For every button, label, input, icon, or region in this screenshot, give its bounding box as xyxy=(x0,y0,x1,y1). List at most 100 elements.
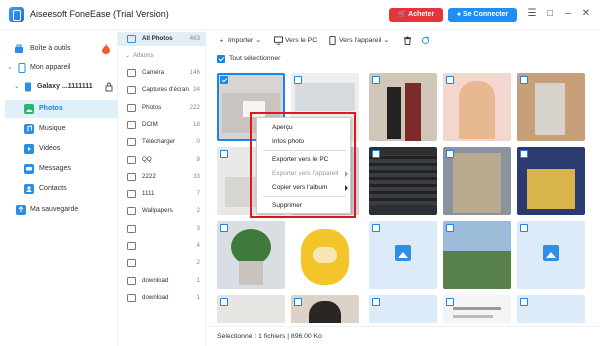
toolbox-icon xyxy=(15,44,23,53)
sidebar-item-videos[interactable]: Vidéos xyxy=(0,140,118,158)
photo-thumbnail[interactable] xyxy=(517,73,585,141)
select-all-label: Tout sélectionner xyxy=(229,55,281,62)
sidebar-item-label: Photos xyxy=(39,105,63,112)
minimize-icon[interactable]: – xyxy=(562,8,574,20)
album-item[interactable]: DCIM 18 xyxy=(118,118,206,132)
sidebar-item-photos[interactable]: Photos xyxy=(5,100,118,118)
photo-checkbox[interactable] xyxy=(372,76,380,84)
sidebar-item-my-backup[interactable]: Ma sauvegarde xyxy=(0,201,118,219)
sidebar-item-toolbox[interactable]: Boîte à outils xyxy=(0,40,118,58)
photo-thumbnail[interactable] xyxy=(217,221,285,289)
photo-thumbnail[interactable] xyxy=(443,221,511,289)
photo-thumbnail[interactable] xyxy=(369,221,437,289)
album-item[interactable]: 2 xyxy=(118,256,206,270)
menu-icon[interactable]: ☰ xyxy=(526,8,538,20)
album-name: QQ xyxy=(142,155,152,163)
album-name: Caméra xyxy=(142,69,165,76)
trash-icon xyxy=(403,36,412,45)
export-to-device-button[interactable]: Vers l'appareil ⌄ xyxy=(328,35,389,47)
close-icon[interactable]: ✕ xyxy=(580,8,592,20)
photo-checkbox[interactable] xyxy=(520,150,528,158)
delete-button[interactable] xyxy=(403,35,414,47)
lock-icon xyxy=(105,82,113,92)
photo-checkbox[interactable] xyxy=(372,224,380,232)
photo-checkbox[interactable] xyxy=(446,298,454,306)
music-icon xyxy=(24,124,34,134)
album-icon xyxy=(127,207,136,216)
buy-button[interactable]: 🛒 Acheter xyxy=(389,8,443,22)
import-button[interactable]: + Importer ⌄ xyxy=(217,35,261,47)
export-to-pc-button[interactable]: Vers le PC xyxy=(274,35,317,47)
photo-thumbnail[interactable] xyxy=(517,147,585,215)
photo-thumbnail[interactable] xyxy=(443,147,511,215)
photo-checkbox[interactable] xyxy=(372,298,380,306)
context-menu-export-pc[interactable]: Exporter vers le PC xyxy=(257,153,352,166)
album-icon xyxy=(127,155,136,164)
album-item[interactable]: Captures d'écran 24 xyxy=(118,83,206,97)
photo-thumbnail[interactable] xyxy=(517,221,585,289)
photo-checkbox[interactable] xyxy=(294,298,302,306)
album-icon xyxy=(127,293,136,302)
album-icon xyxy=(127,172,136,181)
sidebar-item-contacts[interactable]: Contacts xyxy=(0,180,118,198)
photo-checkbox[interactable] xyxy=(294,76,302,84)
photo-checkbox[interactable] xyxy=(220,224,228,232)
context-menu-photo-info[interactable]: Infos photo xyxy=(257,135,352,148)
photo-thumbnail[interactable] xyxy=(291,221,359,289)
sidebar-item-my-device[interactable]: ⌄ Mon appareil xyxy=(0,59,118,77)
photo-checkbox[interactable] xyxy=(446,224,454,232)
album-item[interactable]: Photos 222 xyxy=(118,101,206,115)
album-item[interactable]: download 1 xyxy=(118,291,206,305)
album-item[interactable]: Caméra 146 xyxy=(118,66,206,80)
photo-checkbox[interactable] xyxy=(220,76,228,84)
album-item[interactable]: QQ 9 xyxy=(118,153,206,167)
sidebar-item-music[interactable]: Musique xyxy=(0,120,118,138)
photo-checkbox[interactable] xyxy=(446,76,454,84)
album-item[interactable]: Wallpapers 2 xyxy=(118,204,206,218)
photo-thumbnail[interactable] xyxy=(369,295,437,323)
photo-thumbnail[interactable] xyxy=(443,295,511,323)
photo-checkbox[interactable] xyxy=(220,298,228,306)
login-button[interactable]: ● Se Connecter xyxy=(448,8,517,22)
context-menu-preview[interactable]: Aperçu xyxy=(257,121,352,134)
context-menu-copy-album[interactable]: Copier vers l'album xyxy=(257,181,352,194)
chevron-down-icon: ⌄ xyxy=(7,64,13,71)
photo-checkbox[interactable] xyxy=(520,224,528,232)
photo-thumbnail[interactable] xyxy=(291,295,359,323)
sidebar: Boîte à outils ⌄ Mon appareil ⌄ Galaxy .… xyxy=(0,31,118,346)
album-item[interactable]: download 1 xyxy=(118,274,206,288)
album-item[interactable]: 4 xyxy=(118,239,206,253)
status-text: Sélectionné : 1 fichiers | 896.00 Ko xyxy=(217,333,322,340)
photo-thumbnail[interactable] xyxy=(443,73,511,141)
photo-checkbox[interactable] xyxy=(220,150,228,158)
album-item[interactable]: Télécharger 0 xyxy=(118,135,206,149)
albums-section[interactable]: ⌄ Albums xyxy=(118,49,206,63)
buy-label: Acheter xyxy=(408,11,435,18)
album-item[interactable]: 3 xyxy=(118,222,206,236)
album-item[interactable]: 2222 33 xyxy=(118,170,206,184)
export-to-pc-label: Vers le PC xyxy=(285,37,318,44)
album-item[interactable]: 1111 7 xyxy=(118,187,206,201)
context-menu-delete[interactable]: Supprimer xyxy=(257,199,352,212)
feedback-icon[interactable]: □ xyxy=(544,8,556,20)
album-icon xyxy=(127,138,136,147)
album-name: DCIM xyxy=(142,120,158,128)
photo-thumbnail[interactable] xyxy=(369,147,437,215)
photo-thumbnail[interactable] xyxy=(217,295,285,323)
photo-thumbnail[interactable] xyxy=(517,295,585,323)
select-all-checkbox[interactable] xyxy=(217,55,225,63)
album-item-all-photos[interactable]: All Photos 463 xyxy=(118,32,206,46)
photo-thumbnail[interactable] xyxy=(369,73,437,141)
album-count: 463 xyxy=(189,35,200,42)
sidebar-item-messages[interactable]: Messages xyxy=(0,160,118,178)
sidebar-item-galaxy[interactable]: ⌄ Galaxy ...1111111 xyxy=(0,78,118,96)
album-name: Photos xyxy=(142,103,162,111)
photo-checkbox[interactable] xyxy=(372,150,380,158)
plus-icon: + xyxy=(219,37,224,45)
context-menu-label: Infos photo xyxy=(272,138,305,145)
refresh-button[interactable] xyxy=(421,35,432,47)
photo-checkbox[interactable] xyxy=(446,150,454,158)
album-name: 1111 xyxy=(142,190,155,198)
photo-checkbox[interactable] xyxy=(520,76,528,84)
photo-checkbox[interactable] xyxy=(520,298,528,306)
